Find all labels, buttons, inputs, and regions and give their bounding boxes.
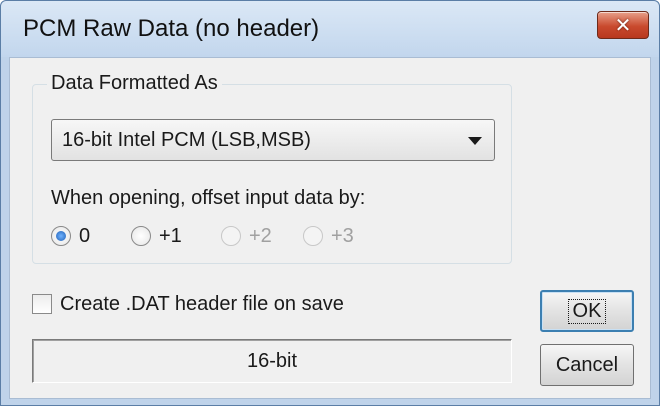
radio-label: +3 [331, 224, 354, 247]
offset-radio-0[interactable]: 0 [51, 221, 90, 251]
offset-radio-plus1[interactable]: +1 [131, 221, 182, 251]
data-format-dropdown[interactable]: 16-bit Intel PCM (LSB,MSB) [51, 119, 495, 161]
radio-label: +1 [159, 224, 182, 247]
radio-icon [131, 226, 151, 246]
offset-radio-plus2: +2 [221, 221, 272, 251]
chevron-down-icon [468, 137, 482, 145]
dialog-body: Data Formatted As 16-bit Intel PCM (LSB,… [9, 57, 651, 399]
radio-selected-icon [51, 226, 71, 246]
create-dat-checkbox[interactable] [32, 294, 52, 314]
ok-button-label: OK [567, 298, 607, 324]
create-dat-checkbox-row[interactable]: Create .DAT header file on save [32, 290, 344, 318]
offset-radio-group: 0 +1 +2 +3 [51, 221, 491, 251]
close-icon: ✕ [614, 13, 632, 37]
data-format-group: Data Formatted As 16-bit Intel PCM (LSB,… [32, 72, 512, 264]
title-bar[interactable]: PCM Raw Data (no header) ✕ [1, 1, 659, 57]
cancel-button[interactable]: Cancel [540, 344, 634, 386]
group-title: Data Formatted As [47, 72, 222, 95]
radio-label: +2 [249, 224, 272, 247]
offset-radio-plus3: +3 [303, 221, 354, 251]
ok-button[interactable]: OK [540, 290, 634, 332]
create-dat-label: Create .DAT header file on save [60, 292, 344, 315]
status-field: 16-bit [32, 339, 512, 383]
dropdown-value: 16-bit Intel PCM (LSB,MSB) [62, 129, 311, 151]
radio-icon [221, 226, 241, 246]
offset-label: When opening, offset input data by: [51, 187, 366, 209]
radio-icon [303, 226, 323, 246]
dialog-window: PCM Raw Data (no header) ✕ Data Formatte… [0, 0, 660, 406]
window-title: PCM Raw Data (no header) [23, 15, 320, 42]
close-button[interactable]: ✕ [597, 11, 649, 39]
radio-label: 0 [79, 224, 91, 247]
